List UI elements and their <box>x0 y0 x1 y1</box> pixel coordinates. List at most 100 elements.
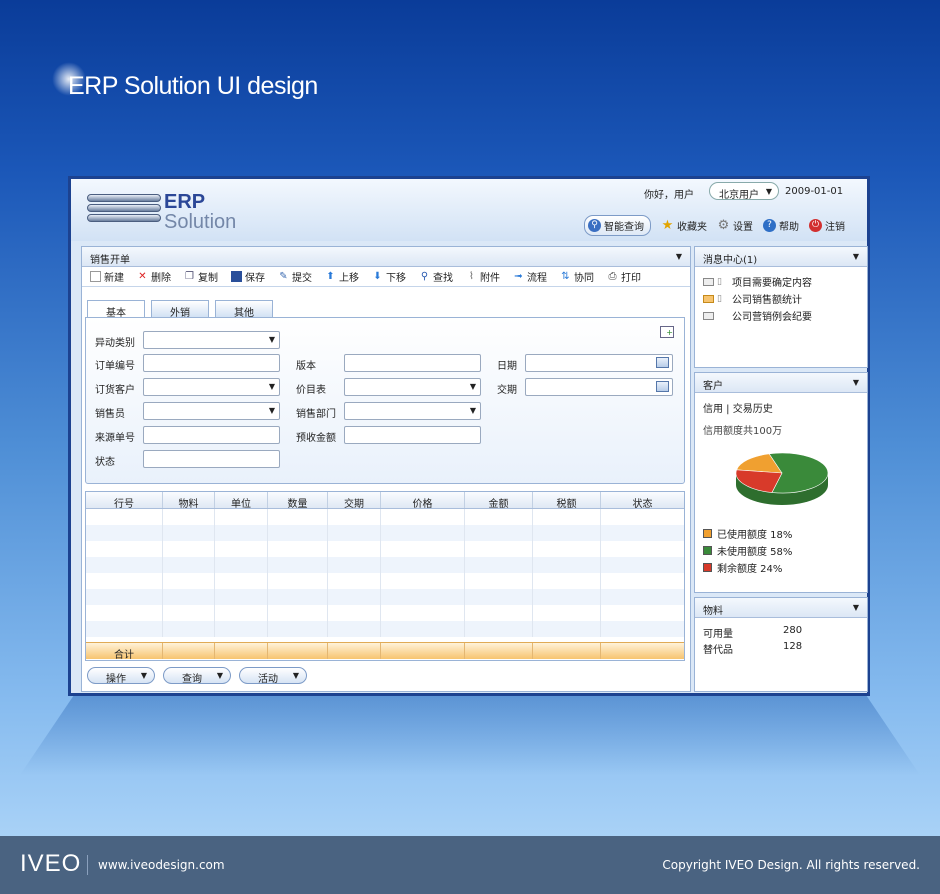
delete-label: 删除 <box>151 273 171 284</box>
query-button[interactable]: 查询 ▼ <box>163 667 231 685</box>
flow-label: 流程 <box>527 273 547 284</box>
tab-other[interactable]: 其他 <box>215 300 273 319</box>
substitute-label: 替代品 <box>703 645 733 656</box>
table-row[interactable] <box>86 573 684 589</box>
col-qty[interactable]: 数量 <box>268 492 328 510</box>
smart-search-link[interactable]: ⚲ 智能查询 <box>584 215 651 236</box>
flow-button[interactable]: ➟ 流程 <box>513 269 547 284</box>
submit-button[interactable]: ✎ 提交 <box>278 269 312 284</box>
calendar-icon[interactable] <box>656 357 669 368</box>
collaborate-button[interactable]: ⇅ 协同 <box>560 269 594 284</box>
table-row[interactable] <box>86 605 684 621</box>
prepaid-label: 预收金额 <box>296 433 336 444</box>
legend-swatch <box>703 563 712 572</box>
chevron-down-icon: ▼ <box>216 671 223 680</box>
logo-line2: Solution <box>164 211 237 233</box>
delete-icon: ✕ <box>138 271 147 282</box>
search-icon: ⚲ <box>420 271 429 282</box>
substitute-value: 128 <box>783 641 803 652</box>
col-material[interactable]: 物料 <box>163 492 215 510</box>
copy-icon: ❐ <box>185 271 194 282</box>
available-qty-value: 280 <box>783 625 803 636</box>
version-input[interactable] <box>344 354 481 372</box>
attachment-icon: ▯ <box>717 276 722 287</box>
salesman-select[interactable]: ▼ <box>143 402 280 420</box>
prepaid-input[interactable] <box>344 426 481 444</box>
favorites-link[interactable]: ★ 收藏夹 <box>661 218 707 233</box>
table-row[interactable] <box>86 621 684 637</box>
delivery-label: 交期 <box>497 385 517 396</box>
price-list-select[interactable]: ▼ <box>344 378 481 396</box>
move-up-button[interactable]: ⬆ 上移 <box>325 269 359 284</box>
help-link[interactable]: ? 帮助 <box>763 218 799 233</box>
chevron-down-icon: ▼ <box>469 382 476 391</box>
price-list-label: 价目表 <box>296 385 326 396</box>
message-center-panel: 消息中心(1) ▼ ▯ 项目需要确定内容 ▯ 公司销售额统计 公司营销例会纪要 <box>694 246 868 368</box>
customer-links[interactable]: 信用 | 交易历史 <box>695 393 867 415</box>
col-line-no[interactable]: 行号 <box>86 492 163 510</box>
col-delivery[interactable]: 交期 <box>328 492 381 510</box>
settings-link[interactable]: ⚙ 设置 <box>717 218 753 233</box>
collapse-icon[interactable]: ▼ <box>853 378 859 387</box>
logout-link[interactable]: ⏻ 注销 <box>809 218 845 233</box>
message-item[interactable]: 公司营销例会纪要 <box>695 307 867 324</box>
collapse-icon[interactable]: ▼ <box>853 603 859 612</box>
col-price[interactable]: 价格 <box>381 492 465 510</box>
message-item[interactable]: ▯ 项目需要确定内容 <box>695 273 867 290</box>
delivery-input[interactable] <box>525 378 673 396</box>
copy-button[interactable]: ❐ 复制 <box>184 269 218 284</box>
operate-label: 操作 <box>106 674 126 685</box>
table-row[interactable] <box>86 557 684 573</box>
chevron-down-icon: ▼ <box>268 406 275 415</box>
favorites-label: 收藏夹 <box>677 222 707 233</box>
attachment-icon: ⌇ <box>469 271 474 282</box>
calendar-icon[interactable] <box>656 381 669 392</box>
order-form: + 异动类别 ▼ 订单编号 版本 日期 订货客户 ▼ 价目表 ▼ 交期 销售员 … <box>85 317 685 484</box>
date-input[interactable] <box>525 354 673 372</box>
status-input[interactable] <box>143 450 280 468</box>
sales-dept-select[interactable]: ▼ <box>344 402 481 420</box>
find-button[interactable]: ⚲ 查找 <box>419 269 453 284</box>
grid-header: 行号 物料 单位 数量 交期 价格 金额 税额 状态 <box>86 492 684 510</box>
table-row[interactable] <box>86 541 684 557</box>
source-no-input[interactable] <box>143 426 280 444</box>
material-panel: 物料 ▼ 可用量 280 替代品 128 <box>694 597 868 692</box>
stage-reflection <box>20 695 920 775</box>
collaborate-label: 协同 <box>574 273 594 284</box>
attachment-button[interactable]: ⌇ 附件 <box>466 269 500 284</box>
col-tax[interactable]: 税额 <box>533 492 601 510</box>
col-amount[interactable]: 金额 <box>465 492 533 510</box>
order-no-input[interactable] <box>143 354 280 372</box>
operate-button[interactable]: 操作 ▼ <box>87 667 155 685</box>
tab-export[interactable]: 外销 <box>151 300 209 319</box>
collaborate-icon: ⇅ <box>561 271 570 282</box>
save-label: 保存 <box>245 273 265 284</box>
col-status[interactable]: 状态 <box>601 492 684 510</box>
col-unit[interactable]: 单位 <box>215 492 268 510</box>
footer-url[interactable]: www.iveodesign.com <box>98 858 225 872</box>
delete-button[interactable]: ✕ 删除 <box>137 269 171 284</box>
activity-button[interactable]: 活动 ▼ <box>239 667 307 685</box>
save-button[interactable]: 保存 <box>231 269 265 284</box>
submit-label: 提交 <box>292 273 312 284</box>
change-type-select[interactable]: ▼ <box>143 331 280 349</box>
table-row[interactable] <box>86 509 684 525</box>
table-row[interactable] <box>86 525 684 541</box>
legend-unused: 未使用额度 58% <box>695 542 867 559</box>
move-down-button[interactable]: ⬇ 下移 <box>372 269 406 284</box>
location-select[interactable]: 北京用户 ▼ <box>709 182 779 201</box>
credit-pie-chart <box>735 452 829 505</box>
date-label: 日期 <box>497 361 517 372</box>
customer-select[interactable]: ▼ <box>143 378 280 396</box>
print-button[interactable]: ⎙ 打印 <box>607 269 642 284</box>
table-row[interactable] <box>86 589 684 605</box>
chevron-down-icon: ▼ <box>292 671 299 680</box>
message-item[interactable]: ▯ 公司销售额统计 <box>695 290 867 307</box>
collapse-icon[interactable]: ▼ <box>676 252 682 261</box>
new-button[interactable]: 新建 <box>90 269 124 284</box>
submit-icon: ✎ <box>279 271 288 282</box>
add-document-icon[interactable]: + <box>660 326 674 338</box>
collapse-icon[interactable]: ▼ <box>853 252 859 261</box>
erp-window: ERP Solution 你好，用户 北京用户 ▼ 2009-01-01 ⚲ 智能查… <box>68 176 870 696</box>
page-footer: IVEO www.iveodesign.com Copyright IVEO D… <box>0 836 940 894</box>
